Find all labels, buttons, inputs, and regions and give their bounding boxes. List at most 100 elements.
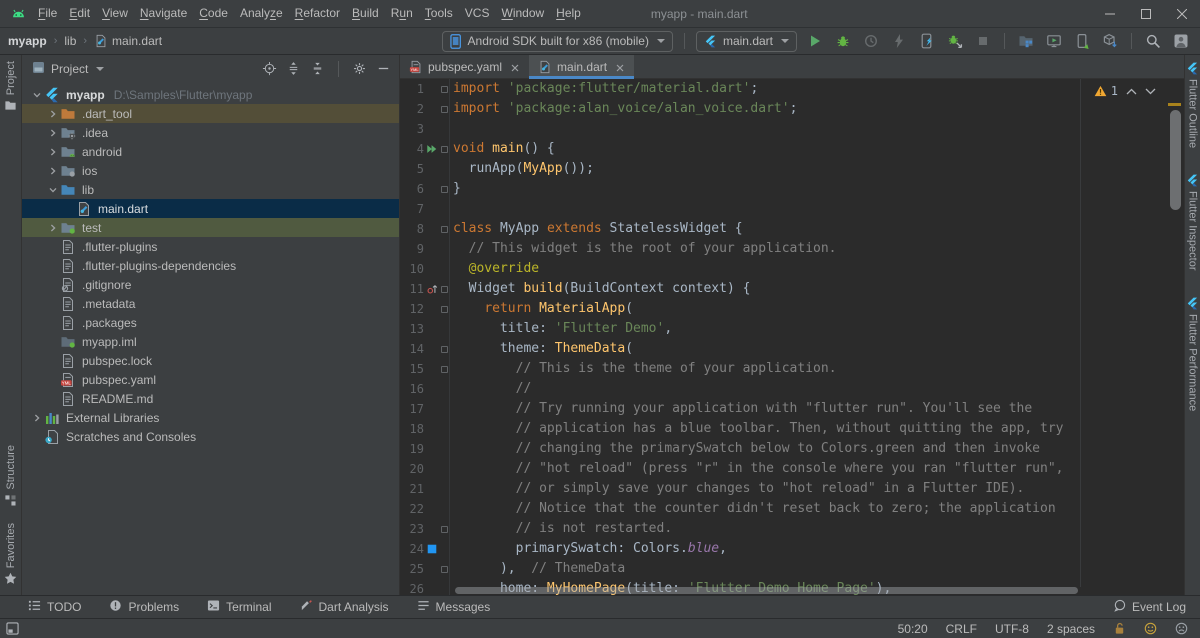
- locate-file-icon[interactable]: [262, 61, 277, 76]
- chevron-right-icon[interactable]: [46, 147, 60, 157]
- stop-button[interactable]: [972, 30, 994, 52]
- menu-window[interactable]: Window: [495, 0, 550, 27]
- tree-item-.flutter-plugins-dependencies[interactable]: .flutter-plugins-dependencies: [22, 256, 399, 275]
- run-config-selector[interactable]: main.dart: [696, 31, 797, 52]
- tree-item-.idea[interactable]: .idea: [22, 123, 399, 142]
- warning-indicator[interactable]: 1: [1094, 84, 1118, 98]
- fold-marker[interactable]: [439, 139, 450, 159]
- file-encoding[interactable]: UTF-8: [995, 622, 1029, 636]
- menu-analyze[interactable]: Analyze: [234, 0, 289, 27]
- event-log-button[interactable]: Event Log: [1113, 599, 1186, 615]
- menu-view[interactable]: View: [96, 0, 134, 27]
- tree-item-.metadata[interactable]: .metadata: [22, 294, 399, 313]
- line-ending[interactable]: CRLF: [946, 622, 977, 636]
- menu-code[interactable]: Code: [193, 0, 234, 27]
- indent-setting[interactable]: 2 spaces: [1047, 622, 1095, 636]
- toolwindow-button-dart-analysis[interactable]: Dart Analysis: [300, 599, 389, 615]
- menu-file[interactable]: File: [32, 0, 63, 27]
- debug-button[interactable]: [832, 30, 854, 52]
- chevron-down-icon[interactable]: [46, 185, 60, 195]
- fold-marker[interactable]: [439, 519, 450, 539]
- profiler-button[interactable]: [860, 30, 882, 52]
- tree-item-test[interactable]: test: [22, 218, 399, 237]
- fold-marker[interactable]: [439, 179, 450, 199]
- fold-marker[interactable]: [439, 219, 450, 239]
- tree-item-main.dart[interactable]: main.dart: [22, 199, 399, 218]
- device-file-explorer-button[interactable]: [1015, 30, 1037, 52]
- collapse-all-icon[interactable]: [310, 61, 325, 76]
- tree-item-myapp.iml[interactable]: myapp.iml: [22, 332, 399, 351]
- toolwindow-button-problems[interactable]: Problems: [109, 599, 179, 615]
- hot-reload-button[interactable]: [916, 30, 938, 52]
- toolwindow-button-todo[interactable]: TODO: [28, 599, 81, 615]
- device-selector[interactable]: Android SDK built for x86 (mobile): [442, 31, 673, 52]
- fold-marker[interactable]: [439, 279, 450, 299]
- menu-vcs[interactable]: VCS: [459, 0, 496, 27]
- menu-edit[interactable]: Edit: [63, 0, 96, 27]
- menu-tools[interactable]: Tools: [419, 0, 459, 27]
- tree-item-.packages[interactable]: .packages: [22, 313, 399, 332]
- tree-item-pubspec.yaml[interactable]: YMLpubspec.yaml: [22, 370, 399, 389]
- toolwindow-button-flutter-performance[interactable]: Flutter Performance: [1186, 297, 1199, 411]
- profile-avatar-button[interactable]: [1170, 30, 1192, 52]
- tab-pubspec-yaml[interactable]: YMLpubspec.yaml: [400, 55, 529, 78]
- tree-item-myapp[interactable]: myappD:\Samples\Flutter\myapp: [22, 85, 399, 104]
- attach-debugger-button[interactable]: [944, 30, 966, 52]
- menu-run[interactable]: Run: [385, 0, 419, 27]
- gutter-override-icon[interactable]: [425, 279, 439, 299]
- emulator-button[interactable]: [1043, 30, 1065, 52]
- toolwindow-toggle-icon[interactable]: [6, 622, 19, 635]
- analysis-feedback-sad-icon[interactable]: [1175, 622, 1188, 635]
- attach-profiler-button[interactable]: [888, 30, 910, 52]
- lock-icon[interactable]: [1113, 622, 1126, 635]
- toolwindow-button-messages[interactable]: Messages: [417, 599, 491, 615]
- prev-problem-icon[interactable]: [1126, 88, 1137, 95]
- toolwindow-button-favorites[interactable]: Favorites: [4, 523, 17, 585]
- tree-item-ios[interactable]: ios: [22, 161, 399, 180]
- close-tab-icon[interactable]: [510, 62, 520, 72]
- toolwindow-button-structure[interactable]: Structure: [4, 445, 17, 507]
- caret-position[interactable]: 50:20: [898, 622, 928, 636]
- menu-refactor[interactable]: Refactor: [289, 0, 346, 27]
- avd-manager-button[interactable]: [1071, 30, 1093, 52]
- chevron-right-icon[interactable]: [46, 223, 60, 233]
- next-problem-icon[interactable]: [1145, 88, 1156, 95]
- fold-marker[interactable]: [439, 559, 450, 579]
- breadcrumb-item[interactable]: myapp: [8, 34, 47, 48]
- sdk-manager-button[interactable]: [1099, 30, 1121, 52]
- analysis-feedback-happy-icon[interactable]: [1144, 622, 1157, 635]
- horizontal-scrollbar[interactable]: [455, 587, 1078, 594]
- settings-gear-icon[interactable]: [352, 61, 367, 76]
- breadcrumb-item[interactable]: lib: [64, 34, 76, 48]
- chevron-right-icon[interactable]: [46, 128, 60, 138]
- code-editor[interactable]: 1import 'package:flutter/material.dart';…: [400, 79, 1184, 595]
- fold-marker[interactable]: [439, 299, 450, 319]
- tree-item-.dart-tool[interactable]: .dart_tool: [22, 104, 399, 123]
- tree-item-scratches-and-consoles[interactable]: Scratches and Consoles: [22, 427, 399, 446]
- toolwindow-button-flutter-inspector[interactable]: Flutter Inspector: [1186, 174, 1199, 270]
- close-tab-icon[interactable]: [615, 62, 625, 72]
- gutter-color-icon[interactable]: [425, 539, 439, 559]
- menu-help[interactable]: Help: [550, 0, 587, 27]
- minimize-button[interactable]: [1092, 0, 1128, 27]
- fold-marker[interactable]: [439, 359, 450, 379]
- breadcrumb-item[interactable]: main.dart: [94, 34, 162, 48]
- maximize-button[interactable]: [1128, 0, 1164, 27]
- tree-item-.gitignore[interactable]: .gitignore: [22, 275, 399, 294]
- tree-item-pubspec.lock[interactable]: pubspec.lock: [22, 351, 399, 370]
- chevron-right-icon[interactable]: [30, 413, 44, 423]
- project-panel-title[interactable]: Project: [32, 61, 104, 77]
- tab-main-dart[interactable]: main.dart: [529, 55, 634, 78]
- fold-marker[interactable]: [439, 79, 450, 99]
- chevron-right-icon[interactable]: [46, 166, 60, 176]
- fold-marker[interactable]: [439, 339, 450, 359]
- tree-item-android[interactable]: android: [22, 142, 399, 161]
- gutter-run-icon[interactable]: [425, 139, 439, 159]
- fold-marker[interactable]: [439, 99, 450, 119]
- vertical-scrollbar[interactable]: [1170, 110, 1181, 210]
- tree-item-external-libraries[interactable]: External Libraries: [22, 408, 399, 427]
- expand-all-icon[interactable]: [286, 61, 301, 76]
- menu-build[interactable]: Build: [346, 0, 385, 27]
- hide-panel-icon[interactable]: [376, 61, 391, 76]
- toolwindow-button-flutter-outline[interactable]: Flutter Outline: [1186, 62, 1199, 148]
